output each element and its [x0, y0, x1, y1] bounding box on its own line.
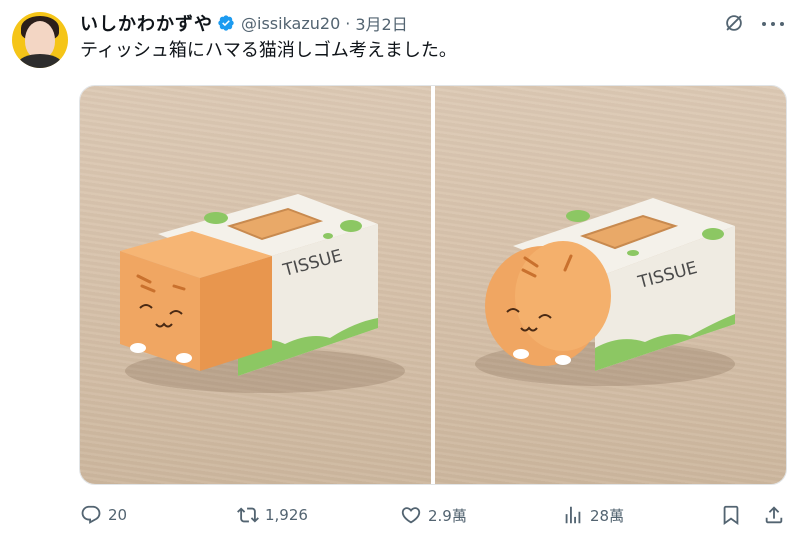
tweet-header: いしかわかずや @issikazu20 · 3月2日 [80, 10, 408, 36]
tweet-text: ティッシュ箱にハマる猫消しゴム考えました。 [80, 40, 457, 61]
more-dot [762, 22, 766, 26]
avatar-shirt [18, 54, 62, 68]
share-icon [765, 506, 783, 524]
retweet-count: 1,926 [265, 506, 308, 524]
header-separator: · [345, 13, 351, 33]
photo-round-cat-in-box[interactable]: TISSUE [435, 86, 786, 484]
author-handle[interactable]: @issikazu20 [241, 14, 340, 33]
reply-icon [81, 505, 101, 524]
reply-button[interactable]: 20 [80, 500, 127, 530]
share-button[interactable] [763, 500, 785, 530]
retweet-icon [237, 507, 259, 523]
tweet-media: TISSUE TISSUE [79, 85, 787, 485]
photo-cat-in-box[interactable]: TISSUE [80, 86, 431, 484]
more-dot [771, 22, 775, 26]
more-icon[interactable] [762, 14, 784, 34]
like-count: 2.9萬 [428, 506, 467, 525]
views-button[interactable]: 28萬 [562, 500, 624, 530]
heart-icon [401, 507, 421, 524]
retweet-button[interactable]: 1,926 [237, 500, 308, 530]
author-display-name[interactable]: いしかわかずや [80, 10, 213, 36]
round-cat-illustration: TISSUE [475, 198, 735, 386]
reply-count: 20 [108, 506, 128, 524]
grok-icon[interactable] [723, 12, 745, 34]
bookmark-icon [723, 505, 739, 526]
views-chart-icon [565, 506, 581, 524]
verified-badge-icon[interactable] [217, 14, 235, 32]
more-dot [780, 22, 784, 26]
avatar[interactable] [12, 12, 68, 68]
like-button[interactable]: 2.9萬 [400, 500, 467, 530]
bookmark-button[interactable] [720, 500, 742, 530]
action-bar: 20 1,926 2.9萬 28萬 [80, 500, 788, 530]
tweet-date[interactable]: 3月2日 [355, 11, 407, 35]
cat-in-box-illustration: TISSUE [120, 194, 405, 393]
views-count: 28萬 [590, 506, 625, 525]
